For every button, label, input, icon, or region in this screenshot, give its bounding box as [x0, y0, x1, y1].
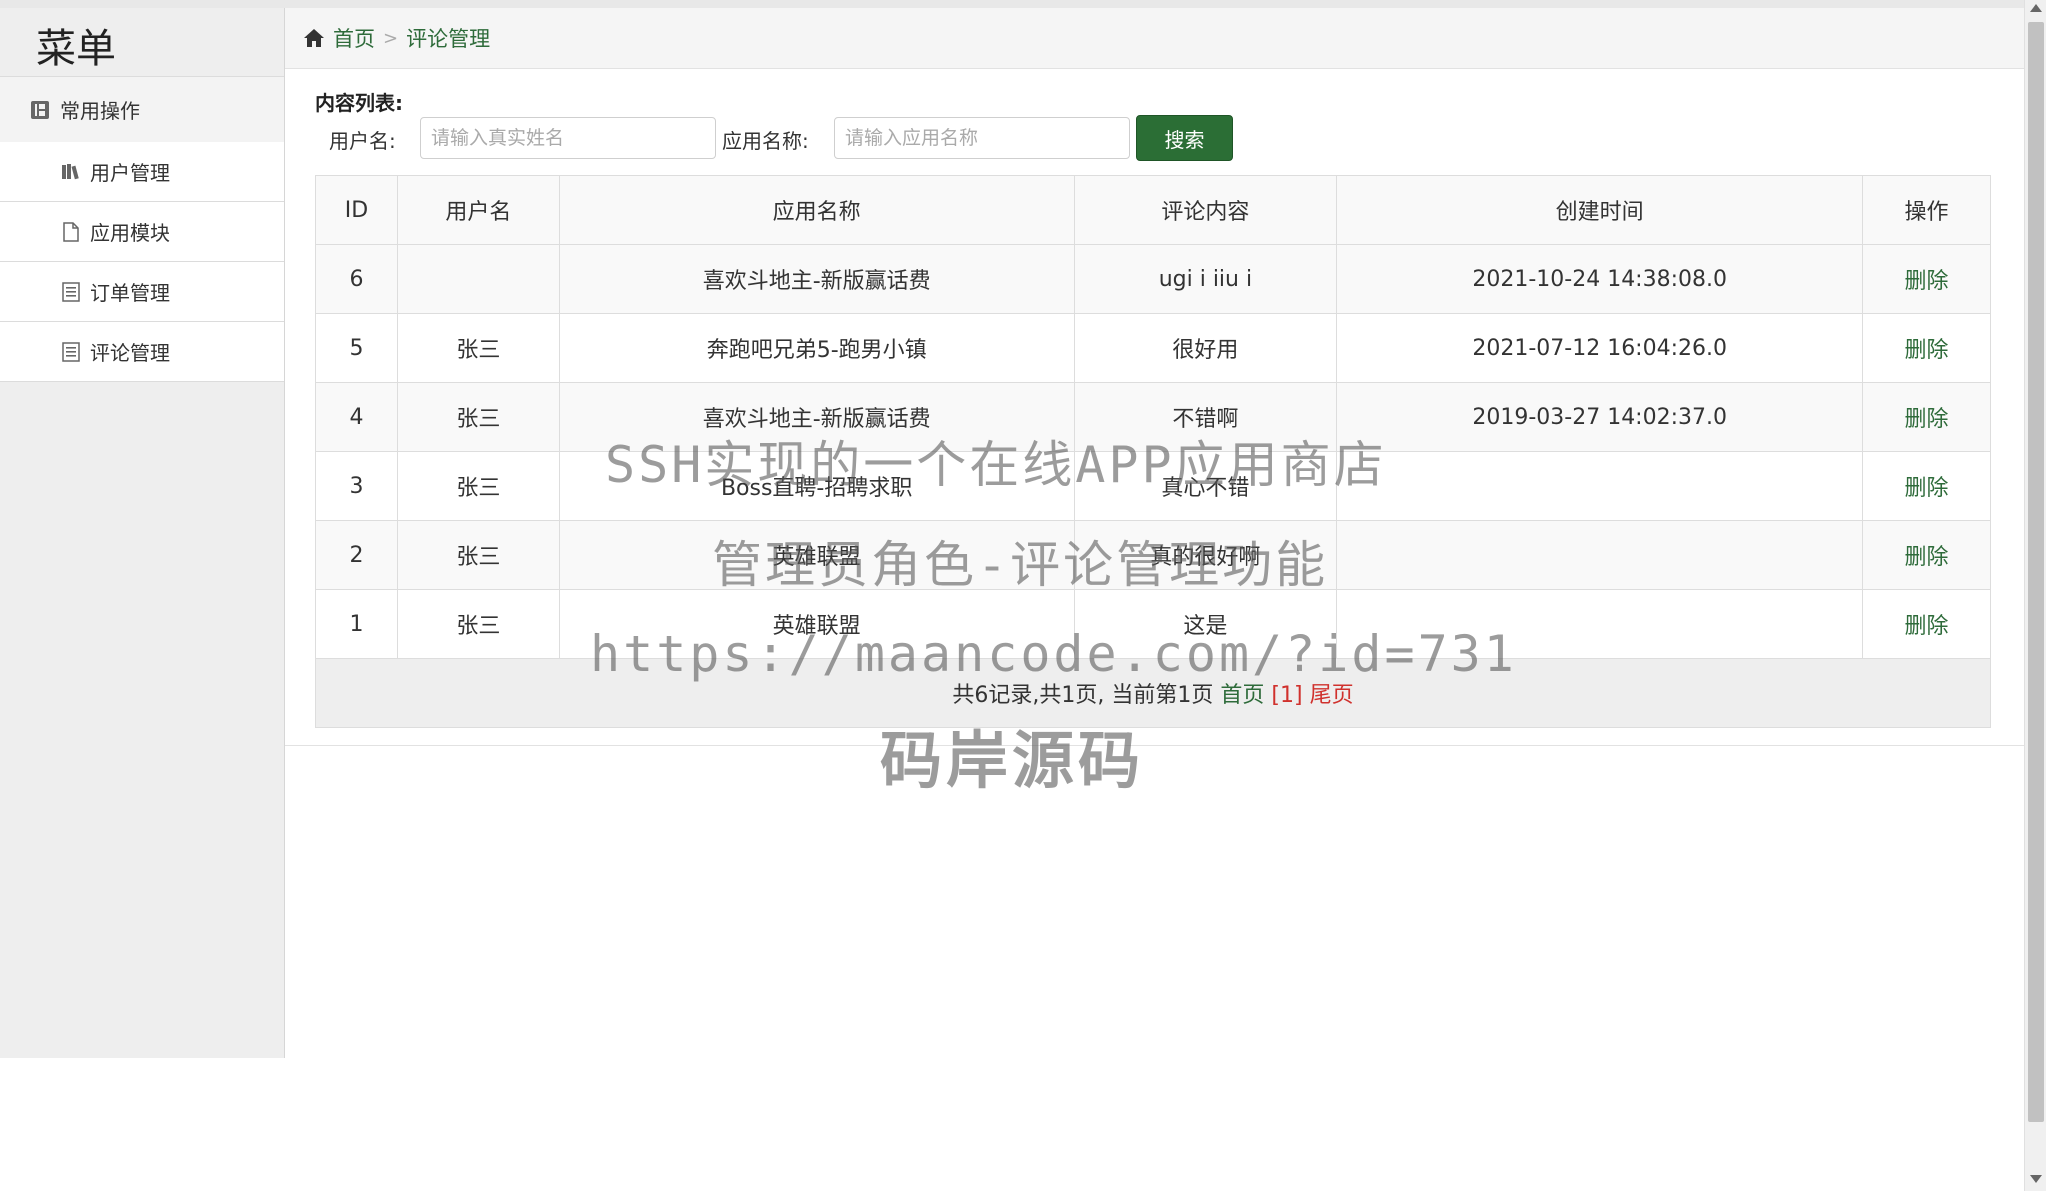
- delete-link[interactable]: 删除: [1905, 269, 1949, 294]
- cell-user: 张三: [396, 313, 560, 383]
- cell-content: 这是: [1073, 589, 1338, 659]
- cell-time: 2019-03-27 14:02:37.0: [1336, 382, 1864, 452]
- cell-id: 3: [315, 451, 398, 521]
- cell-user: 张三: [396, 382, 560, 452]
- column-header-app: 应用名称: [558, 175, 1075, 245]
- cell-content: 真心不错: [1073, 451, 1338, 521]
- cell-id: 5: [315, 313, 398, 383]
- cell-user: [396, 244, 560, 314]
- cell-content: 很好用: [1073, 313, 1338, 383]
- cell-app: 喜欢斗地主-新版赢话费: [558, 382, 1075, 452]
- delete-link[interactable]: 删除: [1905, 338, 1949, 363]
- username-label: 用户名:: [329, 129, 396, 153]
- sidebar-item-label: 用户管理: [90, 161, 170, 185]
- cell-id: 6: [315, 244, 398, 314]
- pagination-row: 共6记录,共1页, 当前第1页 首页 [1] 尾页: [315, 658, 1991, 728]
- breadcrumb-home-link[interactable]: 首页: [333, 23, 375, 53]
- pagination: 共6记录,共1页, 当前第1页 首页 [1] 尾页: [315, 658, 1991, 728]
- pagination-last-link[interactable]: 尾页: [1310, 683, 1354, 708]
- cell-user: 张三: [396, 451, 560, 521]
- table-row: 2 张三 英雄联盟 真的很好啊 删除: [315, 520, 1991, 590]
- cell-time: [1336, 451, 1864, 521]
- sidebar: 菜单 常用操作 用户管理 应用模块 订单管理 评论管理: [0, 8, 285, 1058]
- breadcrumb-separator: >: [383, 27, 399, 49]
- cell-app: 喜欢斗地主-新版赢话费: [558, 244, 1075, 314]
- list-title: 内容列表:: [315, 91, 403, 115]
- comments-table-wrapper: ID 用户名 应用名称 评论内容 创建时间 操作 6 喜欢斗地主-新版赢话费 u…: [315, 175, 1991, 728]
- cell-action: 删除: [1862, 589, 1991, 659]
- table-row: 3 张三 Boss直聘-招聘求职 真心不错 删除: [315, 451, 1991, 521]
- cell-id: 1: [315, 589, 398, 659]
- username-input[interactable]: [420, 117, 716, 159]
- cell-action: 删除: [1862, 382, 1991, 452]
- scrollbar-thumb[interactable]: [2028, 22, 2044, 1122]
- cell-content: 不错啊: [1073, 382, 1338, 452]
- column-header-action: 操作: [1862, 175, 1991, 245]
- delete-link[interactable]: 删除: [1905, 545, 1949, 570]
- sidebar-item-label: 应用模块: [90, 221, 170, 245]
- cell-time: [1336, 589, 1864, 659]
- breadcrumb: 首页 > 评论管理: [285, 8, 2024, 69]
- home-icon: [303, 27, 325, 49]
- delete-link[interactable]: 删除: [1905, 476, 1949, 501]
- file-icon: [62, 221, 80, 242]
- cell-app: 英雄联盟: [558, 520, 1075, 590]
- search-button[interactable]: 搜索: [1136, 115, 1233, 161]
- table-header-row: ID 用户名 应用名称 评论内容 创建时间 操作: [315, 175, 1991, 245]
- pagination-summary: 共6记录,共1页, 当前第1页: [952, 683, 1214, 708]
- cell-content: ugi i iiu i: [1073, 244, 1338, 314]
- menu-group-label: 常用操作: [60, 99, 140, 123]
- column-header-time: 创建时间: [1336, 175, 1864, 245]
- cell-time: [1336, 520, 1864, 590]
- scroll-up-arrow-icon[interactable]: [2030, 4, 2042, 12]
- cell-action: 删除: [1862, 451, 1991, 521]
- cell-action: 删除: [1862, 244, 1991, 314]
- sidebar-item-apps[interactable]: 应用模块: [0, 202, 284, 262]
- delete-link[interactable]: 删除: [1905, 614, 1949, 639]
- table-row: 5 张三 奔跑吧兄弟5-跑男小镇 很好用 2021-07-12 16:04:26…: [315, 313, 1991, 383]
- list-icon: [62, 281, 80, 302]
- cell-time: 2021-10-24 14:38:08.0: [1336, 244, 1864, 314]
- cell-user: 张三: [396, 520, 560, 590]
- sidebar-item-label: 订单管理: [90, 281, 170, 305]
- table-row: 6 喜欢斗地主-新版赢话费 ugi i iiu i 2021-10-24 14:…: [315, 244, 1991, 314]
- breadcrumb-current[interactable]: 评论管理: [406, 23, 490, 53]
- cell-time: 2021-07-12 16:04:26.0: [1336, 313, 1864, 383]
- table-row: 4 张三 喜欢斗地主-新版赢话费 不错啊 2019-03-27 14:02:37…: [315, 382, 1991, 452]
- sidebar-item-orders[interactable]: 订单管理: [0, 262, 284, 322]
- books-icon: [62, 162, 80, 182]
- main-content: 内容列表: 用户名: 应用名称: 搜索 ID 用户名 应用名称 评论内容 创建时…: [285, 69, 2024, 746]
- vertical-scrollbar[interactable]: [2024, 0, 2046, 1191]
- cell-id: 2: [315, 520, 398, 590]
- cell-app: 奔跑吧兄弟5-跑男小镇: [558, 313, 1075, 383]
- delete-link[interactable]: 删除: [1905, 407, 1949, 432]
- cell-app: Boss直聘-招聘求职: [558, 451, 1075, 521]
- book-icon: [30, 100, 50, 120]
- cell-user: 张三: [396, 589, 560, 659]
- pagination-current-page[interactable]: [1]: [1271, 683, 1302, 708]
- list-icon: [62, 341, 80, 362]
- cell-id: 4: [315, 382, 398, 452]
- comments-table: ID 用户名 应用名称 评论内容 创建时间 操作 6 喜欢斗地主-新版赢话费 u…: [315, 175, 1991, 728]
- app-name-input[interactable]: [834, 117, 1130, 159]
- app-name-label: 应用名称:: [722, 129, 809, 153]
- column-header-id: ID: [315, 175, 398, 245]
- cell-action: 删除: [1862, 520, 1991, 590]
- sidebar-item-users[interactable]: 用户管理: [0, 142, 284, 202]
- top-strip: [0, 0, 2024, 8]
- menu-group-common[interactable]: 常用操作: [0, 76, 284, 143]
- column-header-user: 用户名: [396, 175, 560, 245]
- cell-content: 真的很好啊: [1073, 520, 1338, 590]
- cell-action: 删除: [1862, 313, 1991, 383]
- pagination-first-link[interactable]: 首页: [1220, 683, 1264, 708]
- table-row: 1 张三 英雄联盟 这是 删除: [315, 589, 1991, 659]
- sidebar-item-label: 评论管理: [90, 341, 170, 365]
- scroll-down-arrow-icon[interactable]: [2030, 1175, 2042, 1183]
- column-header-content: 评论内容: [1073, 175, 1338, 245]
- menu-title: 菜单: [36, 26, 116, 72]
- sidebar-item-comments[interactable]: 评论管理: [0, 322, 284, 382]
- cell-app: 英雄联盟: [558, 589, 1075, 659]
